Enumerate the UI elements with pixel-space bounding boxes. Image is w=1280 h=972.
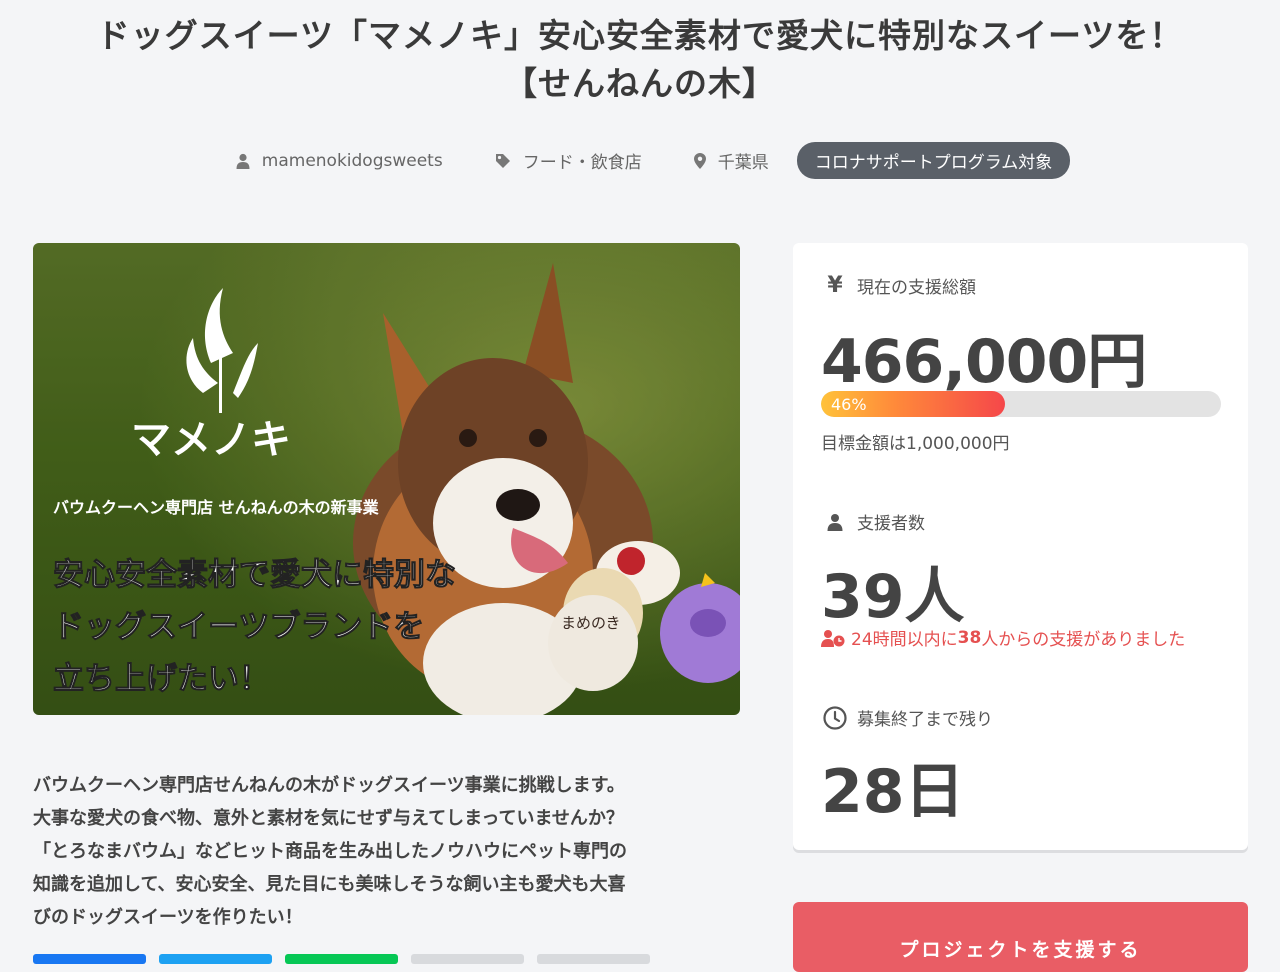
hero-headline-1: 安心安全素材で愛犬に特別な — [53, 557, 456, 593]
location-name: 千葉県 — [717, 153, 769, 173]
backers-heading: 支援者数 — [821, 509, 925, 534]
hero-subtitle: バウムクーヘン専門店 せんねんの木の新事業 — [53, 498, 380, 517]
remaining-label: 募集終了まで残り — [857, 710, 993, 730]
owner-link[interactable]: mamenokidogsweets — [236, 151, 443, 171]
funding-progress-fill: 46% — [821, 391, 1005, 417]
title-line-2: 【せんねんの木】 — [504, 64, 776, 103]
location-link[interactable]: 千葉県 — [693, 148, 769, 173]
yen-icon: ¥ — [827, 273, 843, 298]
description-line: びのドッグスイーツを作りたい！ — [33, 907, 303, 928]
remaining-value: 28日 — [821, 757, 965, 827]
user-icon — [236, 153, 250, 169]
share-button[interactable] — [537, 954, 650, 964]
map-pin-icon — [693, 152, 706, 169]
project-description: バウムクーヘン専門店せんねんの木がドッグスイーツ事業に挑戦します。 大事な愛犬の… — [33, 769, 753, 934]
funding-progress-bar: 46% — [821, 391, 1221, 417]
amount-value: 466,000円 — [821, 327, 1147, 397]
stats-panel: ¥ 現在の支援総額 466,000円 46% 目標金額は1,000,000円 支… — [793, 243, 1248, 850]
description-line: 「とろなまバウム」などヒット商品を生み出したノウハウにペット専門の — [33, 841, 627, 862]
share-line-button[interactable] — [285, 954, 398, 964]
recent-count: 38 — [957, 627, 982, 648]
recent-post: 人からの支援がありました — [981, 630, 1186, 650]
project-hero-image: マメノキ バウムクーヘン専門店 せんねんの木の新事業 安心安全素材で愛犬に特別な… — [33, 243, 740, 715]
backers-value: 39人 — [821, 562, 965, 632]
support-project-button[interactable]: プロジェクトを支援する — [793, 902, 1248, 972]
title-line-1: ドッグスイーツ「マメノキ」安心安全素材で愛犬に特別なスイーツを！ — [96, 16, 1184, 55]
category-link[interactable]: フード・飲食店 — [495, 148, 642, 173]
share-twitter-button[interactable] — [159, 954, 272, 964]
amount-label: 現在の支援総額 — [857, 278, 976, 298]
hero-brand: マメノキ — [131, 417, 291, 463]
recent-pre: 24時間以内に — [851, 630, 958, 650]
recent-support-notice: 24時間以内に 38 人からの支援がありました — [821, 625, 1185, 650]
page-title: ドッグスイーツ「マメノキ」安心安全素材で愛犬に特別なスイーツを！ 【せんねんの木… — [0, 12, 1280, 108]
share-facebook-button[interactable] — [33, 954, 146, 964]
share-buttons — [33, 954, 653, 964]
description-line: バウムクーヘン専門店せんねんの木がドッグスイーツ事業に挑戦します。 — [33, 775, 625, 796]
description-line: 大事な愛犬の食べ物、意外と素材を気にせず与えてしまっていませんか？ — [33, 808, 624, 829]
remaining-heading: 募集終了まで残り — [821, 705, 993, 730]
share-button[interactable] — [411, 954, 524, 964]
project-meta: mamenokidogsweets フード・飲食店 千葉県 コロナサポートプログ… — [0, 142, 1280, 179]
user-icon — [827, 513, 843, 531]
funding-progress-label: 46% — [831, 394, 867, 414]
category-name: フード・飲食店 — [522, 153, 642, 173]
tag-icon — [495, 153, 510, 168]
description-line: 知識を追加して、安心安全、見た目にも美味しそうな飼い主も愛犬も大喜 — [33, 874, 626, 895]
clock-icon — [823, 705, 847, 730]
backers-label: 支援者数 — [857, 514, 925, 534]
cake-label: まめのき — [561, 614, 621, 632]
corona-support-badge[interactable]: コロナサポートプログラム対象 — [796, 142, 1071, 179]
goal-amount: 目標金額は1,000,000円 — [821, 434, 1010, 454]
owner-name: mamenokidogsweets — [261, 150, 443, 171]
hero-headline-3: 立ち上げたい！ — [53, 661, 270, 697]
hero-headline-2: ドッグスイーツブランドを — [53, 609, 424, 645]
user-clock-icon — [821, 629, 845, 647]
amount-heading: ¥ 現在の支援総額 — [821, 273, 976, 298]
